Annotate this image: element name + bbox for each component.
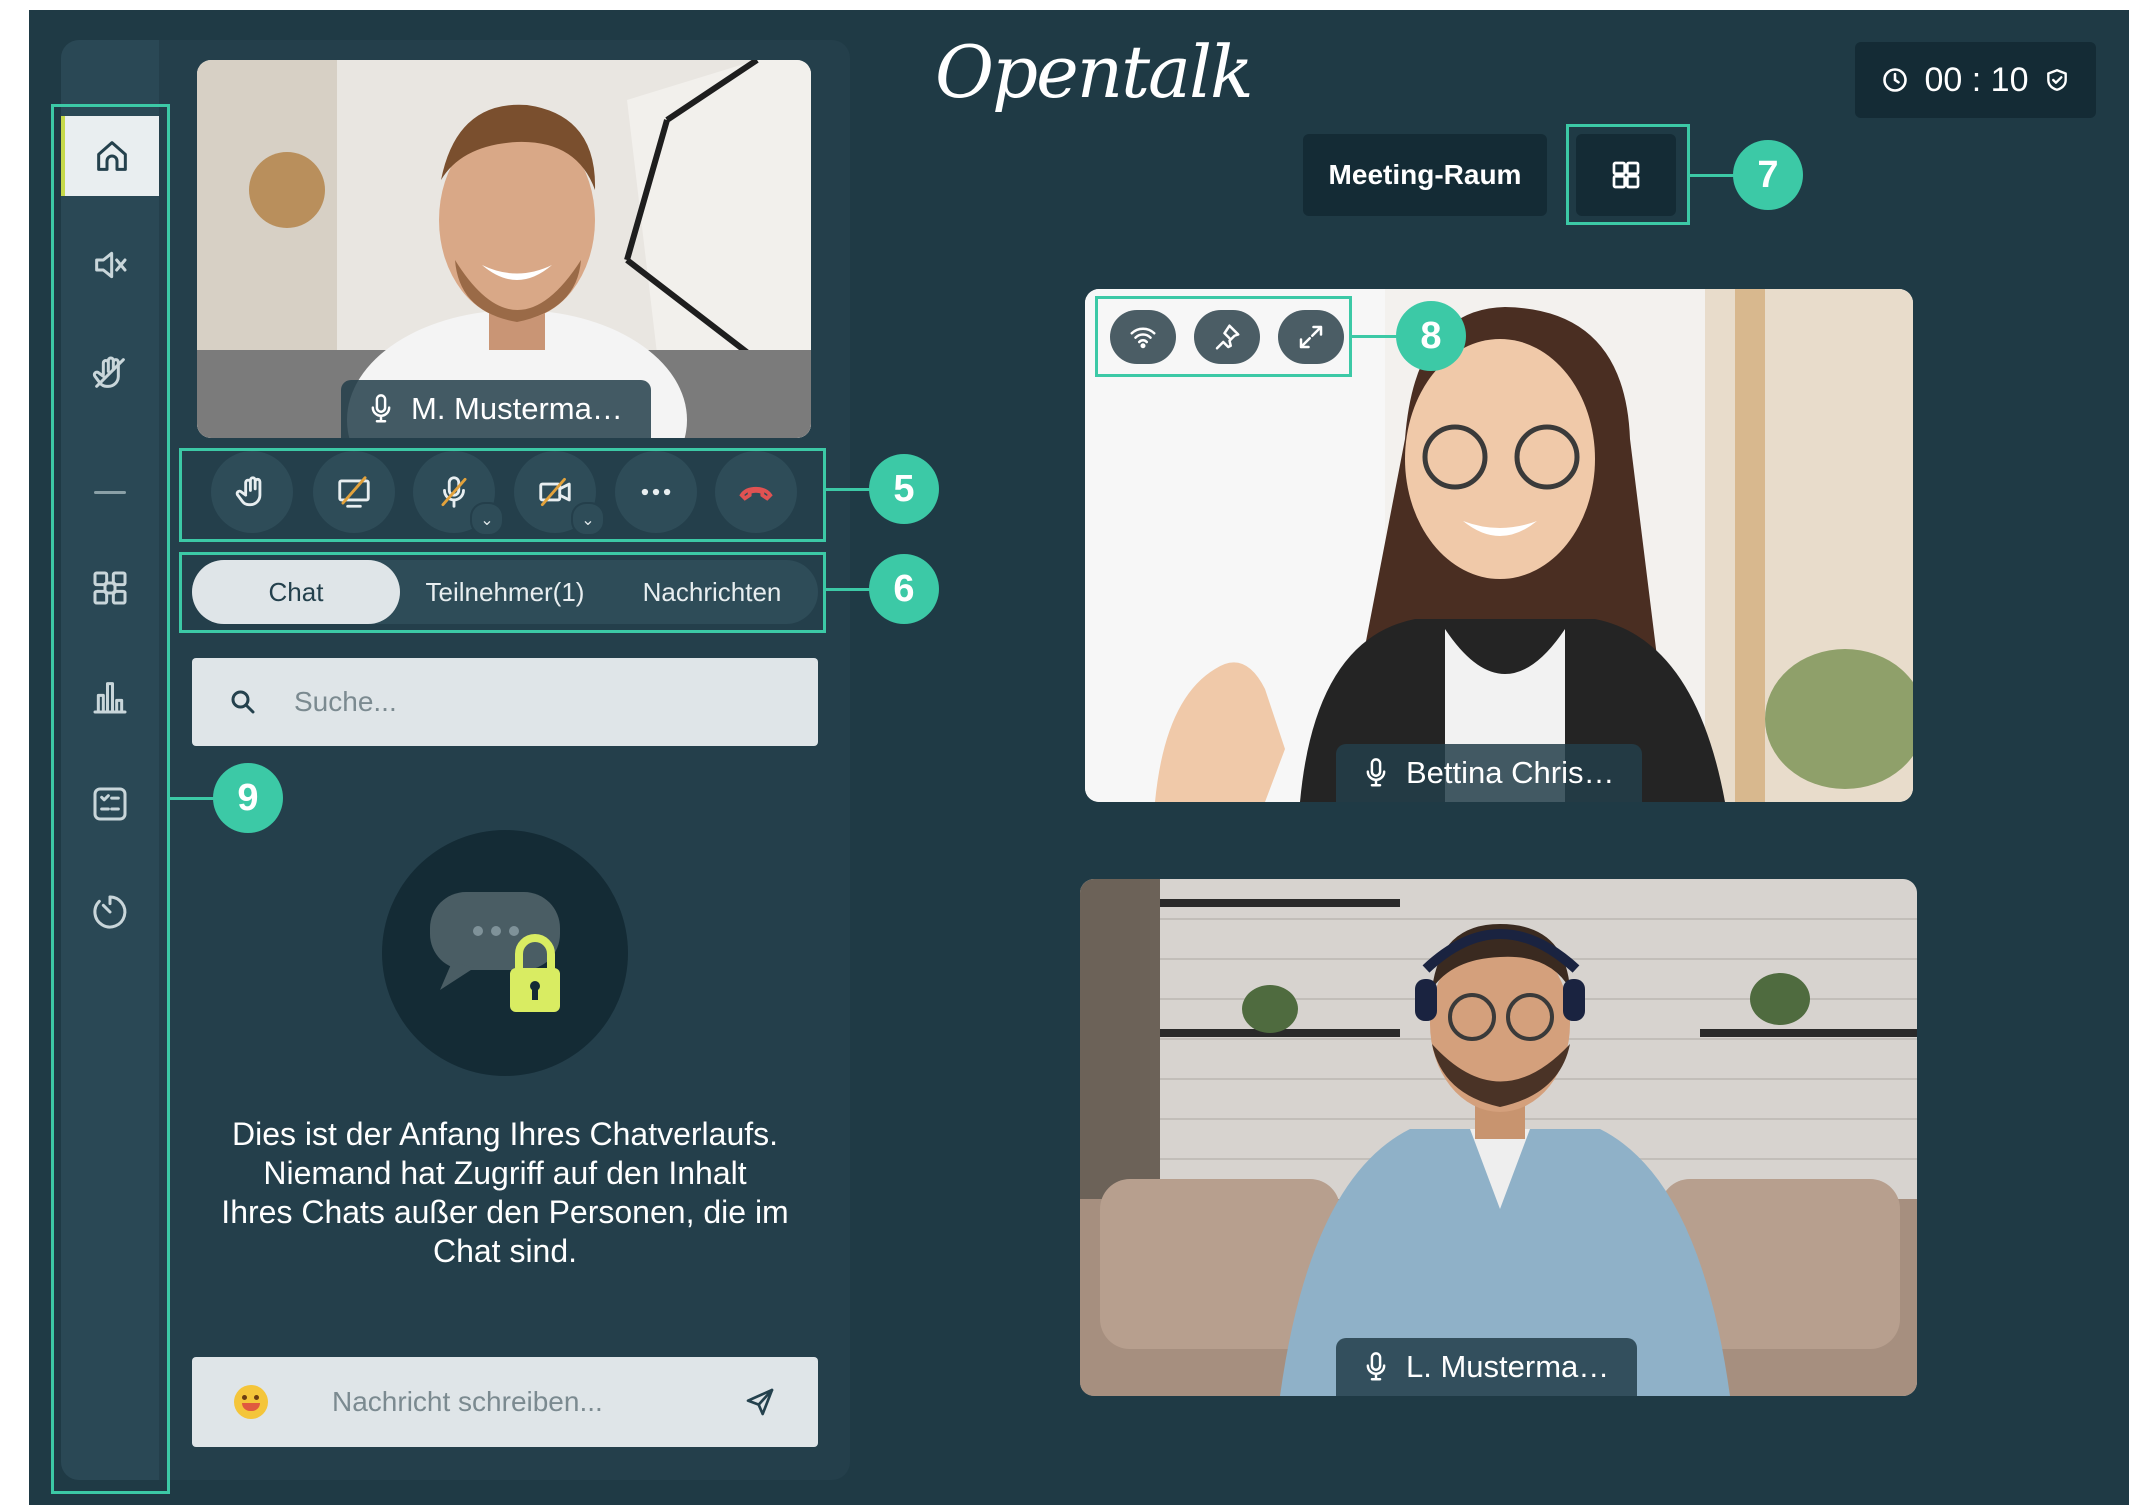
connection-quality-button[interactable] — [1110, 310, 1176, 364]
empty-chat-line: Niemand hat Zugriff auf den Inhalt — [263, 1155, 747, 1191]
meeting-timer: 00 : 10 — [1855, 42, 2096, 118]
hand-icon — [235, 476, 262, 507]
participant-name-tag: L. Musterma… — [1336, 1338, 1638, 1396]
fullscreen-button[interactable] — [1278, 310, 1344, 364]
participant-name: Bettina Chris… — [1406, 755, 1615, 790]
empty-chat-line: Ihres Chats außer den Personen, die im — [221, 1194, 789, 1230]
callout-7-connector — [1690, 174, 1736, 177]
callout-9-badge: 9 — [213, 763, 283, 833]
grid-view-icon — [1612, 161, 1640, 189]
tab-chat[interactable]: Chat — [192, 560, 400, 624]
self-video-tile: M. Musterma… — [197, 60, 811, 438]
tab-participants[interactable]: Teilnehmer(1) — [405, 560, 605, 624]
participant-tile: L. Musterma… — [1080, 879, 1917, 1396]
send-icon[interactable] — [744, 1386, 776, 1418]
hang-up-button[interactable] — [715, 451, 797, 533]
microphone-icon — [1366, 758, 1386, 787]
callout-5-badge: 5 — [869, 454, 939, 524]
self-name: M. Musterma… — [411, 391, 623, 426]
chevron-down-icon: ⌄ — [480, 509, 494, 529]
more-button[interactable] — [615, 451, 697, 533]
room-name-button[interactable]: Meeting-Raum — [1303, 134, 1547, 216]
sidebar-highlight — [51, 104, 170, 1494]
pin-button[interactable] — [1194, 310, 1260, 364]
search-field[interactable]: Suche... — [192, 658, 818, 746]
participant-name-tag: Bettina Chris… — [1336, 744, 1643, 802]
chat-lock-icon — [430, 892, 560, 1012]
callout-8-badge: 8 — [1396, 301, 1466, 371]
layout-switch-button[interactable] — [1576, 134, 1676, 216]
participant-video-image — [1080, 879, 1917, 1396]
tab-messages[interactable]: Nachrichten — [612, 560, 812, 624]
screen-share-button[interactable] — [313, 451, 395, 533]
mic-off-icon — [441, 476, 467, 508]
empty-chat-text: Dies ist der Anfang Ihres Chatverlaufs. … — [185, 1115, 825, 1271]
clock-icon — [1882, 68, 1907, 92]
callout-9-connector — [170, 797, 216, 800]
raise-hand-button[interactable] — [211, 451, 293, 533]
callout-6-connector — [826, 588, 872, 591]
timer-value: 00 : 10 — [1924, 60, 2029, 99]
message-input[interactable]: Nachricht schreiben... — [192, 1357, 818, 1447]
empty-chat-line: Dies ist der Anfang Ihres Chatverlaufs. — [231, 1116, 779, 1152]
camera-off-icon — [539, 477, 571, 507]
search-placeholder: Suche... — [294, 686, 397, 717]
chevron-down-icon: ⌄ — [581, 509, 595, 529]
more-icon — [641, 488, 671, 496]
microphone-menu-button[interactable]: ⌄ — [470, 502, 504, 536]
participant-name: L. Musterma… — [1406, 1349, 1610, 1384]
microphone-icon — [1366, 1352, 1386, 1381]
search-icon — [231, 690, 255, 714]
emoji-icon[interactable] — [234, 1385, 268, 1419]
callout-5-connector — [826, 488, 872, 491]
pin-icon — [1215, 324, 1240, 350]
shield-check-icon — [2047, 69, 2068, 91]
self-name-tag: M. Musterma… — [341, 380, 651, 438]
message-placeholder: Nachricht schreiben... — [332, 1386, 603, 1417]
microphone-icon — [371, 394, 391, 423]
callout-8-connector — [1352, 335, 1398, 338]
empty-chat-illustration — [382, 830, 628, 1076]
callout-6-badge: 6 — [869, 554, 939, 624]
camera-menu-button[interactable]: ⌄ — [571, 502, 605, 536]
wifi-icon — [1130, 327, 1156, 349]
empty-chat-line: Chat sind. — [432, 1233, 578, 1269]
screen-share-off-icon — [338, 476, 370, 508]
phone-hangup-icon — [739, 486, 773, 501]
expand-icon — [1299, 325, 1323, 349]
callout-7-badge: 7 — [1733, 140, 1803, 210]
app-logo: Opentalk — [935, 30, 1254, 114]
